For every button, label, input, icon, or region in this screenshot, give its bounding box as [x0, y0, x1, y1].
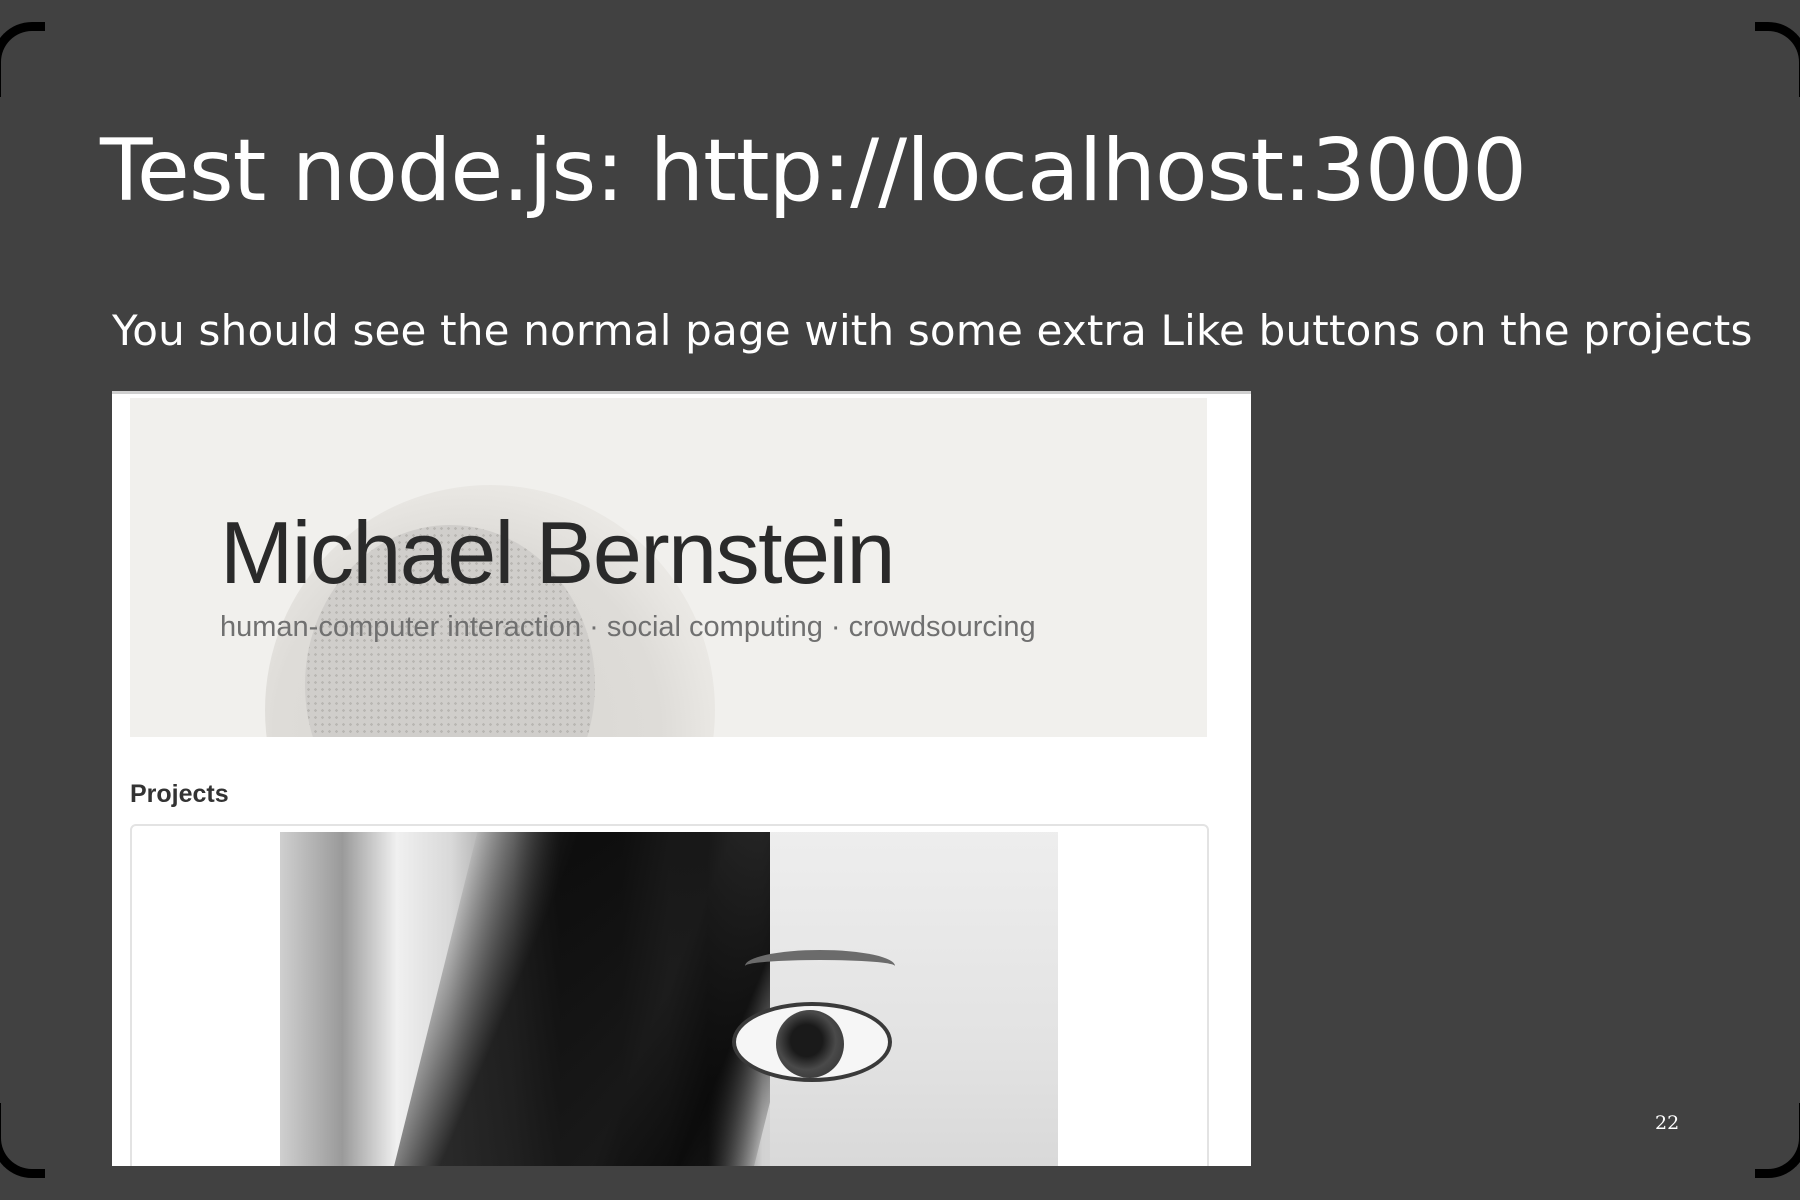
project-image-eye	[732, 1002, 892, 1082]
project-image-eyebrow	[745, 950, 895, 982]
slide-title: Test node.js: http://localhost:3000	[100, 121, 1527, 221]
slide-corner-top-right	[1755, 22, 1800, 97]
projects-heading: Projects	[130, 780, 229, 808]
page-number: 22	[1655, 1112, 1680, 1134]
slide-corner-top-left	[0, 22, 45, 97]
webpage-screenshot: Michael Bernstein human-computer interac…	[112, 391, 1251, 1166]
hero-name: Michael Bernstein	[220, 503, 895, 602]
slide-subtitle: You should see the normal page with some…	[112, 306, 1753, 355]
hero-banner: Michael Bernstein human-computer interac…	[130, 398, 1207, 737]
project-image-iris	[776, 1010, 844, 1078]
project-image-face	[770, 832, 1058, 1166]
slide-corner-bottom-right	[1755, 1103, 1800, 1178]
slide: Test node.js: http://localhost:3000 You …	[0, 0, 1800, 1200]
slide-corner-bottom-left	[0, 1103, 45, 1178]
project-image[interactable]	[280, 832, 1058, 1166]
project-card[interactable]	[130, 824, 1209, 1166]
hero-tagline: human-computer interaction · social comp…	[220, 611, 1036, 643]
